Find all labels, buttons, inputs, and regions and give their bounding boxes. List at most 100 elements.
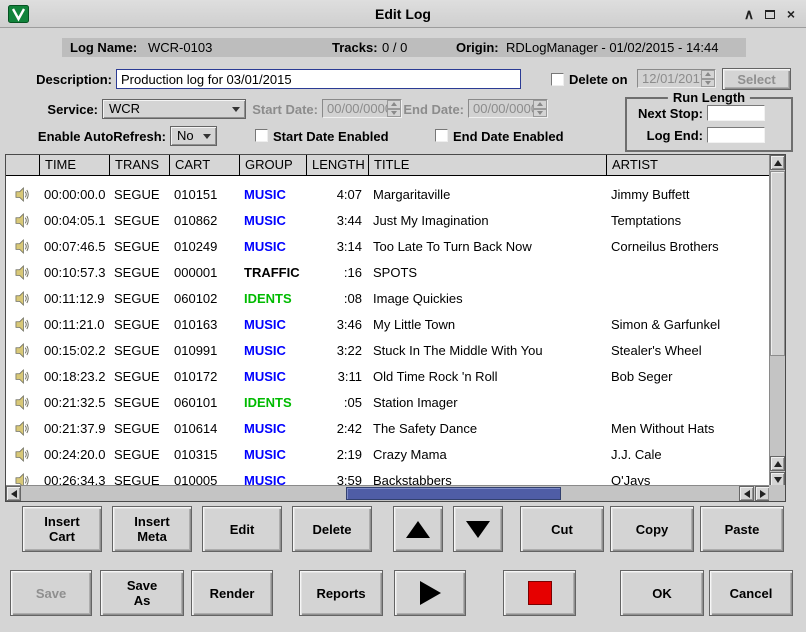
arrow-down-icon [774, 477, 782, 483]
length-cell: 3:22 [306, 343, 368, 358]
delete-button[interactable]: Delete [292, 506, 372, 552]
cancel-button[interactable]: Cancel [709, 570, 793, 616]
close-button[interactable]: × [782, 5, 800, 23]
time-cell: 00:24:20.0 [39, 447, 109, 462]
trans-cell: SEGUE [109, 395, 169, 410]
col-length: LENGTH [306, 155, 368, 175]
description-input[interactable] [116, 69, 521, 89]
log-table-row[interactable]: 00:18:23.2 SEGUE 010172 MUSIC 3:11 Old T… [6, 363, 770, 389]
log-table-row[interactable]: 00:21:32.5 SEGUE 060101 IDENTS :05 Stati… [6, 389, 770, 415]
scroll-up-button[interactable] [770, 155, 785, 170]
horizontal-scroll-thumb[interactable] [346, 487, 561, 500]
group-cell: MUSIC [239, 317, 306, 332]
start-date-enabled-checkbox[interactable] [255, 129, 268, 142]
tracks-value: 0 / 0 [382, 38, 407, 57]
trans-cell: SEGUE [109, 265, 169, 280]
scrollbar-corner [769, 485, 785, 501]
run-length-title: Run Length [668, 90, 750, 105]
window-title: Edit Log [0, 0, 806, 28]
horizontal-scrollbar[interactable] [6, 485, 770, 501]
cart-cell: 010163 [169, 317, 239, 332]
start-date-label: Start Date: [248, 102, 318, 117]
move-down-button[interactable] [453, 506, 503, 552]
delete-on-checkbox[interactable] [551, 73, 564, 86]
start-date-enabled-label: Start Date Enabled [273, 129, 389, 144]
insert-meta-button[interactable]: Insert Meta [112, 506, 192, 552]
log-table-row[interactable]: 00:26:34.3 SEGUE 010005 MUSIC 3:59 Backs… [6, 467, 770, 487]
time-cell: 00:10:57.3 [39, 265, 109, 280]
speaker-icon [6, 265, 39, 280]
select-date-button: Select [722, 68, 791, 90]
scroll-up-button-2[interactable] [770, 456, 785, 471]
log-table-row[interactable]: 00:10:57.3 SEGUE 000001 TRAFFIC :16 SPOT… [6, 259, 770, 285]
group-cell: MUSIC [239, 343, 306, 358]
artist-cell: Corneilus Brothers [606, 239, 770, 254]
artist-cell: Bob Seger [606, 369, 770, 384]
paste-button[interactable]: Paste [700, 506, 784, 552]
render-button[interactable]: Render [191, 570, 273, 616]
trans-cell: SEGUE [109, 213, 169, 228]
copy-button[interactable]: Copy [610, 506, 694, 552]
cut-button[interactable]: Cut [520, 506, 604, 552]
speaker-icon [6, 421, 39, 436]
log-table: TIME TRANS CART GROUP LENGTH TITLE ARTIS… [5, 154, 786, 502]
speaker-icon [6, 395, 39, 410]
log-table-row[interactable]: 00:04:05.1 SEGUE 010862 MUSIC 3:44 Just … [6, 207, 770, 233]
delete-on-date-spinner: 12/01/2017 [637, 69, 716, 88]
group-cell: MUSIC [239, 239, 306, 254]
length-cell: 2:42 [306, 421, 368, 436]
time-cell: 00:18:23.2 [39, 369, 109, 384]
speaker-icon [6, 187, 39, 202]
log-table-row[interactable]: 00:21:37.9 SEGUE 010614 MUSIC 2:42 The S… [6, 415, 770, 441]
time-cell: 00:11:12.9 [39, 291, 109, 306]
play-button[interactable] [394, 570, 466, 616]
scroll-right-button[interactable] [755, 486, 770, 501]
service-combobox[interactable]: WCR [102, 99, 246, 119]
run-length-group: Run Length Next Stop: Log End: [625, 97, 793, 152]
cart-cell: 000001 [169, 265, 239, 280]
col-artist: ARTIST [606, 155, 770, 175]
trans-cell: SEGUE [109, 187, 169, 202]
col-time: TIME [39, 155, 109, 175]
service-label: Service: [10, 102, 98, 117]
cart-cell: 010151 [169, 187, 239, 202]
speaker-icon [6, 213, 39, 228]
vertical-scrollbar[interactable] [769, 155, 785, 487]
insert-cart-button[interactable]: Insert Cart [22, 506, 102, 552]
start-date-spinner: 00/00/0000 [322, 99, 402, 118]
log-table-row[interactable]: 00:00:00.0 SEGUE 010151 MUSIC 4:07 Marga… [6, 181, 770, 207]
log-table-row[interactable]: 00:11:12.9 SEGUE 060102 IDENTS :08 Image… [6, 285, 770, 311]
stop-button[interactable] [503, 570, 576, 616]
log-table-header: TIME TRANS CART GROUP LENGTH TITLE ARTIS… [6, 155, 770, 176]
vertical-scroll-thumb[interactable] [770, 171, 785, 356]
title-cell: Station Imager [368, 395, 606, 410]
log-table-row[interactable]: 00:24:20.0 SEGUE 010315 MUSIC 2:19 Crazy… [6, 441, 770, 467]
log-table-row[interactable]: 00:07:46.5 SEGUE 010249 MUSIC 3:14 Too L… [6, 233, 770, 259]
next-stop-label: Next Stop: [627, 106, 703, 121]
shade-button[interactable]: ∧ [740, 5, 758, 23]
cart-cell: 010862 [169, 213, 239, 228]
cart-cell: 060101 [169, 395, 239, 410]
group-cell: MUSIC [239, 213, 306, 228]
move-up-button[interactable] [393, 506, 443, 552]
maximize-button[interactable] [761, 5, 779, 23]
speaker-icon [6, 291, 39, 306]
group-cell: MUSIC [239, 447, 306, 462]
scroll-left-button-2[interactable] [739, 486, 754, 501]
ok-button[interactable]: OK [620, 570, 704, 616]
length-cell: :05 [306, 395, 368, 410]
log-table-row[interactable]: 00:11:21.0 SEGUE 010163 MUSIC 3:46 My Li… [6, 311, 770, 337]
trans-cell: SEGUE [109, 421, 169, 436]
log-table-row[interactable]: 00:15:02.2 SEGUE 010991 MUSIC 3:22 Stuck… [6, 337, 770, 363]
end-date-enabled-checkbox[interactable] [435, 129, 448, 142]
edit-button[interactable]: Edit [202, 506, 282, 552]
start-date-spin-buttons [387, 100, 401, 117]
end-date-spin-buttons [533, 100, 547, 117]
titlebar[interactable]: Edit Log ∧ × [0, 0, 806, 28]
save-as-button[interactable]: Save As [100, 570, 184, 616]
length-cell: :08 [306, 291, 368, 306]
reports-button[interactable]: Reports [299, 570, 383, 616]
scroll-left-button[interactable] [6, 486, 21, 501]
length-cell: :16 [306, 265, 368, 280]
autorefresh-combobox[interactable]: No [170, 126, 217, 146]
